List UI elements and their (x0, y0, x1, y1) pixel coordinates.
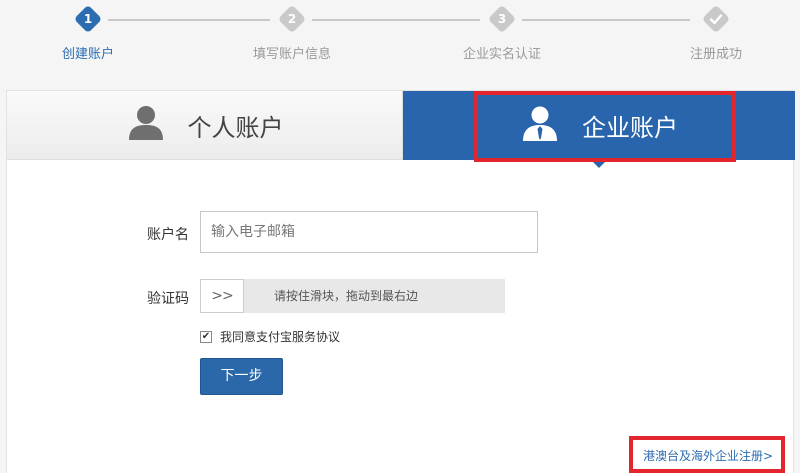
captcha-slider-track[interactable]: >> 请按住滑块，拖动到最右边 (200, 279, 505, 313)
step-number: 3 (497, 12, 507, 26)
captcha-label: 验证码 (147, 291, 189, 307)
step-1-label: 创建账户 (61, 47, 114, 62)
step-4-marker (701, 4, 731, 34)
slider-instruction: 请按住滑块，拖动到最右边 (274, 289, 419, 303)
step-4-label: 注册成功 (689, 47, 742, 62)
registration-stepper: 1 2 3 创建账户 填写账户信息 企业实名认证 注册成功 (0, 0, 800, 90)
slider-handle[interactable]: >> (200, 279, 244, 313)
step-2-label: 填写账户信息 (252, 47, 331, 62)
next-step-button[interactable]: 下一步 (200, 358, 283, 395)
check-icon (704, 7, 728, 31)
step-connector (522, 19, 690, 21)
step-1-marker: 1 (73, 4, 103, 34)
highlight-box (474, 91, 736, 162)
agree-checkbox[interactable]: ✔ (200, 330, 212, 343)
step-number: 1 (83, 12, 93, 26)
step-connector (312, 19, 480, 21)
service-agreement-link[interactable]: 支付宝服务协议 (256, 328, 340, 345)
highlight-box (629, 436, 785, 473)
account-name-label: 账户名 (147, 227, 189, 243)
step-connector (108, 19, 270, 21)
step-3-marker: 3 (487, 4, 517, 34)
step-3-label: 企业实名认证 (462, 47, 541, 62)
agreement-row: ✔ 我同意 支付宝服务协议 (200, 328, 340, 345)
step-2-marker: 2 (277, 4, 307, 34)
email-input[interactable] (200, 211, 538, 253)
step-number: 2 (287, 12, 297, 26)
agree-prefix: 我同意 (220, 330, 257, 344)
person-icon (126, 104, 166, 146)
tab-personal-label: 个人账户 (187, 113, 284, 142)
tab-personal-account[interactable]: 个人账户 (7, 91, 403, 160)
